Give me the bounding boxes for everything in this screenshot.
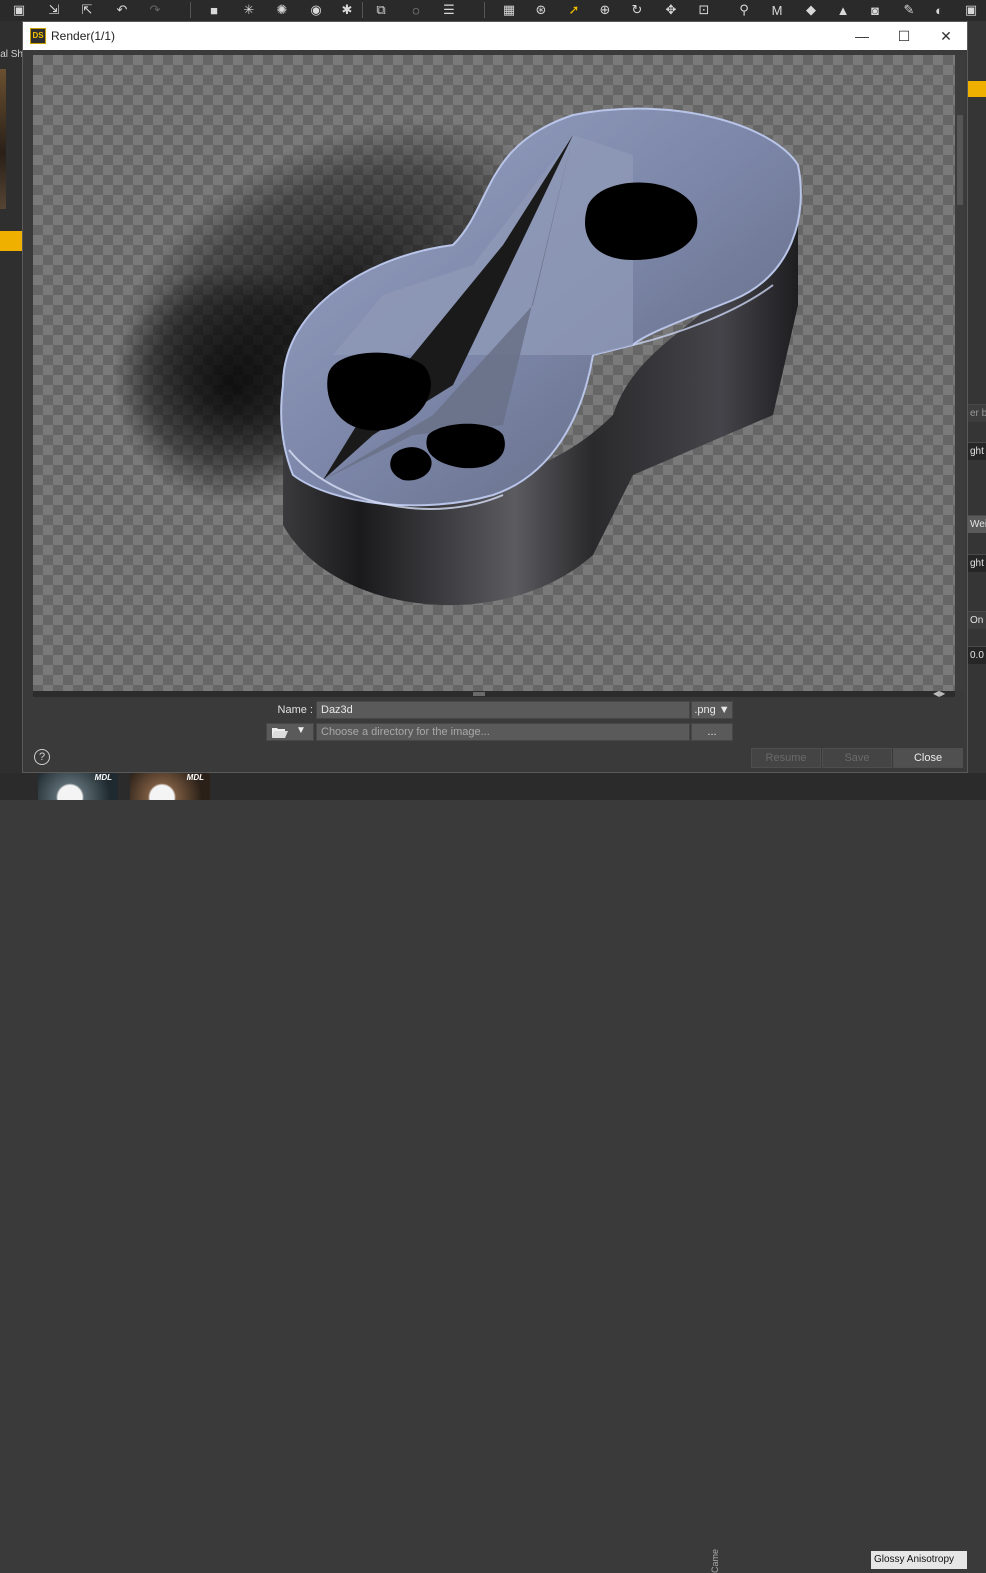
vertical-scrollbar[interactable] xyxy=(955,55,965,691)
right-panel: er b ght Weig ght On 0.0 xyxy=(968,21,986,800)
daz-studio-logo-icon: DS xyxy=(30,28,46,44)
material-thumbnail[interactable] xyxy=(0,69,6,209)
close-button[interactable]: Close xyxy=(893,748,963,768)
right-panel-highlight xyxy=(968,81,986,97)
render-settings-icon[interactable]: ⧉ xyxy=(372,1,390,19)
chevron-down-icon: ▼ xyxy=(296,725,306,736)
format-select[interactable]: .png ▼ xyxy=(691,701,733,719)
right-field-0[interactable]: er b xyxy=(968,404,986,422)
scroll-grip[interactable] xyxy=(473,692,485,696)
right-field-3[interactable]: ght xyxy=(968,554,986,572)
filename-input[interactable]: Daz3d xyxy=(316,701,690,719)
node-selection-icon[interactable]: ⊛ xyxy=(532,1,550,19)
folder-button[interactable]: ▼ xyxy=(266,723,314,741)
minimize-button[interactable]: — xyxy=(841,22,883,50)
light-icon[interactable]: ✳ xyxy=(240,1,258,19)
save-icon[interactable]: ▣ xyxy=(10,1,28,19)
left-panel: Metal Sh xyxy=(0,21,23,800)
right-field-1[interactable]: ght xyxy=(968,442,986,460)
material-preset-thumb-1[interactable]: MDL xyxy=(38,773,118,800)
spotlight-tool-icon[interactable]: ▲ xyxy=(834,1,852,19)
cameras-tab[interactable]: Cameras xyxy=(710,1549,724,1573)
horizontal-scrollbar[interactable] xyxy=(33,691,955,697)
point-light-icon[interactable]: ✱ xyxy=(338,1,356,19)
render-window: DS Render(1/1) — ☐ ✕ ◀▶ Name: Daz3d .pn… xyxy=(22,21,968,773)
right-field-4[interactable]: On xyxy=(968,611,986,629)
folder-icon xyxy=(272,728,288,738)
grid-icon[interactable]: ▦ xyxy=(500,1,518,19)
surface-tool-icon[interactable]: ◆ xyxy=(802,1,820,19)
glossy-anisotropy-field[interactable]: Glossy Anisotropy xyxy=(871,1551,967,1569)
undo-icon[interactable]: ↶ xyxy=(113,1,131,19)
redo-icon[interactable]: ↷ xyxy=(146,1,164,19)
rendered-figure-eight xyxy=(112,107,802,606)
universal-tool-icon[interactable]: ⊕ xyxy=(596,1,614,19)
window-title: Render(1/1) xyxy=(51,29,116,43)
render-viewport[interactable] xyxy=(33,55,955,691)
directory-input[interactable]: Choose a directory for the image... xyxy=(316,723,690,741)
maximize-button[interactable]: ☐ xyxy=(883,22,925,50)
save-button[interactable]: Save xyxy=(822,748,892,768)
translate-tool-icon[interactable]: ✥ xyxy=(662,1,680,19)
material-preset-thumb-2[interactable]: MDL xyxy=(130,773,210,800)
help-icon[interactable]: ? xyxy=(34,749,50,765)
spotlight-icon[interactable]: ✺ xyxy=(273,1,291,19)
node-weight-icon[interactable]: ✎ xyxy=(900,1,918,19)
spot-render-icon[interactable]: ◙ xyxy=(866,1,884,19)
name-label: Name : xyxy=(277,704,313,716)
rotate-tool-icon[interactable]: ↻ xyxy=(628,1,646,19)
right-field-5[interactable]: 0.0 xyxy=(968,646,986,664)
camera-icon[interactable]: ■ xyxy=(205,1,223,19)
export-icon[interactable]: ⇱ xyxy=(78,1,96,19)
close-window-button[interactable]: ✕ xyxy=(925,22,967,50)
menu-icon[interactable]: ☰ xyxy=(440,1,458,19)
scale-tool-icon[interactable]: ⊡ xyxy=(695,1,713,19)
resume-button[interactable]: Resume xyxy=(751,748,821,768)
mdl-badge: MDL xyxy=(94,773,112,782)
iray-icon[interactable]: ◌ xyxy=(407,1,425,19)
dialog-footer: ? Resume Save Close xyxy=(23,744,967,772)
pointer-tool-icon[interactable]: ➚ xyxy=(565,1,583,19)
joint-editor-icon[interactable]: ⚲ xyxy=(735,1,753,19)
selected-indicator xyxy=(0,231,23,251)
content-library-strip: MDL MDL Cameras Glossy Anisotropy xyxy=(0,773,986,1573)
viewport-icon[interactable]: ▣ xyxy=(962,1,980,19)
distant-light-icon[interactable]: ◉ xyxy=(307,1,325,19)
title-bar[interactable]: DS Render(1/1) — ☐ ✕ xyxy=(23,22,967,50)
main-toolbar: ▣ ⇲ ⇱ ↶ ↷ ■ ✳ ✺ ◉ ✱ ⧉ ◌ ☰ ▦ ⊛ ➚ ⊕ ↻ ✥ ⊡ … xyxy=(0,0,986,22)
import-icon[interactable]: ⇲ xyxy=(45,1,63,19)
geometry-editor-icon[interactable]: ◐ xyxy=(930,1,948,19)
right-field-2[interactable]: Weig xyxy=(968,515,986,533)
zoom-arrows-icon[interactable]: ◀▶ xyxy=(933,689,961,699)
mdl-badge: MDL xyxy=(186,773,204,782)
browse-button[interactable]: ... xyxy=(691,723,733,741)
morph-icon[interactable]: M xyxy=(768,1,786,19)
left-tab-label[interactable]: Metal Sh xyxy=(0,49,23,63)
